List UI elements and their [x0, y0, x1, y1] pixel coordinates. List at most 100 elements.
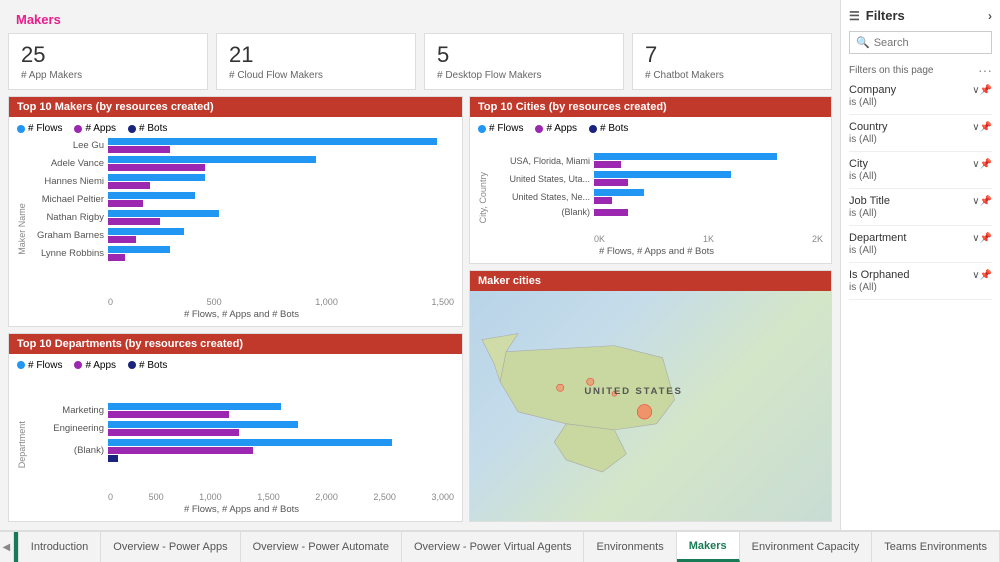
- filters-title: ☰ Filters ›: [849, 8, 992, 23]
- bar-lynne-robbins: Lynne Robbins: [29, 246, 454, 261]
- svg-text:UNITED STATES: UNITED STATES: [584, 386, 682, 397]
- tab-overview-automate[interactable]: Overview - Power Automate: [241, 532, 402, 562]
- filter-company: Company ∨ 📌 is (All): [849, 84, 992, 115]
- department-pin-icon: 📌: [980, 233, 992, 244]
- legend-flows: # Flows: [17, 123, 62, 134]
- dept-flows-dot: [17, 361, 25, 369]
- makers-bars: Lee Gu Adele Vance: [29, 138, 454, 295]
- stat-number-app: 25: [21, 42, 195, 68]
- bots-dot: [128, 125, 136, 133]
- tab-introduction[interactable]: Introduction: [19, 532, 101, 562]
- tab-nav-prev[interactable]: ◀: [0, 532, 14, 562]
- page-title: Makers: [8, 8, 832, 27]
- cities-x-ticks: 0K 1K 2K: [490, 234, 823, 244]
- cities-legend-apps: # Apps: [535, 123, 577, 134]
- bar-city-blank: (Blank): [490, 207, 823, 217]
- city-chevron[interactable]: ∨: [972, 159, 979, 170]
- departments-chart: Top 10 Departments (by resources created…: [8, 333, 463, 522]
- bar-graham-barnes: Graham Barnes: [29, 228, 454, 243]
- map-svg: UNITED STATES: [470, 291, 831, 521]
- filters-dots[interactable]: ···: [978, 62, 992, 78]
- dept-apps-dot: [74, 361, 82, 369]
- cities-y-axis: City, Country: [478, 138, 488, 257]
- makers-x-label: # Flows, # Apps and # Bots: [29, 309, 454, 320]
- filter-city-value: is (All): [849, 171, 992, 182]
- filter-city: City ∨ 📌 is (All): [849, 158, 992, 189]
- cities-legend-flows: # Flows: [478, 123, 523, 134]
- makers-chart-title: Top 10 Makers (by resources created): [9, 97, 462, 117]
- filter-department-value: is (All): [849, 245, 992, 256]
- maker-cities-panel: Maker cities: [469, 270, 832, 522]
- tab-environments[interactable]: Environments: [584, 532, 676, 562]
- departments-legend: # Flows # Apps # Bots: [17, 360, 454, 371]
- company-pin-icon: 📌: [980, 85, 992, 96]
- dept-legend-flows: # Flows: [17, 360, 62, 371]
- cities-chart: Top 10 Cities (by resources created) # F…: [469, 96, 832, 264]
- cities-apps-dot: [535, 125, 543, 133]
- filter-search-input[interactable]: [874, 37, 985, 49]
- company-chevron[interactable]: ∨: [972, 85, 979, 96]
- filter-country: Country ∨ 📌 is (All): [849, 121, 992, 152]
- filter-orphaned-value: is (All): [849, 282, 992, 293]
- stat-number-cloud: 21: [229, 42, 403, 68]
- dept-x-ticks: 0 500 1,000 1,500 2,000 2,500 3,000: [29, 492, 454, 502]
- jobtitle-pin-icon: 📌: [980, 196, 992, 207]
- tab-overview-apps[interactable]: Overview - Power Apps: [101, 532, 240, 562]
- cities-flows-dot: [478, 125, 486, 133]
- cities-bots-dot: [589, 125, 597, 133]
- maker-cities-title: Maker cities: [470, 271, 831, 291]
- tab-overview-virtual-agents[interactable]: Overview - Power Virtual Agents: [402, 532, 585, 562]
- stat-label-desktop: # Desktop Flow Makers: [437, 70, 611, 81]
- orphaned-chevron[interactable]: ∨: [972, 270, 979, 281]
- dept-bots-dot: [128, 361, 136, 369]
- filter-search-icon: 🔍: [856, 36, 870, 49]
- stat-label-cloud: # Cloud Flow Makers: [229, 70, 403, 81]
- stat-cloud-makers: 21 # Cloud Flow Makers: [216, 33, 416, 90]
- filter-jobtitle-value: is (All): [849, 208, 992, 219]
- stat-app-makers: 25 # App Makers: [8, 33, 208, 90]
- cities-chart-title: Top 10 Cities (by resources created): [470, 97, 831, 117]
- dept-legend-apps: # Apps: [74, 360, 116, 371]
- dept-legend-bots: # Bots: [128, 360, 167, 371]
- filter-jobtitle: Job Title ∨ 📌 is (All): [849, 195, 992, 226]
- filter-company-value: is (All): [849, 97, 992, 108]
- dept-x-label: # Flows, # Apps and # Bots: [29, 504, 454, 515]
- tab-makers[interactable]: Makers: [677, 532, 740, 562]
- map-container: UNITED STATES Microsoft Bing © 2023 TomT…: [470, 291, 831, 521]
- filters-collapse-btn[interactable]: ›: [988, 9, 992, 23]
- makers-y-axis: Maker Name: [17, 138, 27, 320]
- map: UNITED STATES: [470, 291, 831, 521]
- stat-chatbot-makers: 7 # Chatbot Makers: [632, 33, 832, 90]
- jobtitle-chevron[interactable]: ∨: [972, 196, 979, 207]
- legend-apps: # Apps: [74, 123, 116, 134]
- filters-section-label: Filters on this page ···: [849, 62, 992, 78]
- bar-miami: USA, Florida, Miami: [490, 153, 823, 168]
- filter-department: Department ∨ 📌 is (All): [849, 232, 992, 263]
- stat-label-chatbot: # Chatbot Makers: [645, 70, 819, 81]
- filters-panel: ☰ Filters › 🔍 Filters on this page ··· C…: [840, 0, 1000, 530]
- bar-utah: United States, Uta...: [490, 171, 823, 186]
- stat-number-desktop: 5: [437, 42, 611, 68]
- city-pin-icon: 📌: [980, 159, 992, 170]
- dept-y-axis: Department: [17, 375, 27, 515]
- flows-dot: [17, 125, 25, 133]
- tab-environment-capacity[interactable]: Environment Capacity: [740, 532, 873, 562]
- dept-bars: Marketing Engineering: [29, 375, 454, 490]
- filter-country-value: is (All): [849, 134, 992, 145]
- bar-michael-peltier: Michael Peltier: [29, 192, 454, 207]
- country-chevron[interactable]: ∨: [972, 122, 979, 133]
- bar-marketing: Marketing: [29, 403, 454, 418]
- filter-orphaned: Is Orphaned ∨ 📌 is (All): [849, 269, 992, 300]
- department-chevron[interactable]: ∨: [972, 233, 979, 244]
- stat-desktop-makers: 5 # Desktop Flow Makers: [424, 33, 624, 90]
- orphaned-pin-icon: 📌: [980, 270, 992, 281]
- apps-dot: [74, 125, 82, 133]
- filter-search-box: 🔍: [849, 31, 992, 54]
- makers-chart: Top 10 Makers (by resources created) # F…: [8, 96, 463, 327]
- bottom-tabs: ◀ Introduction Overview - Power Apps Ove…: [0, 530, 1000, 562]
- tab-teams-environments[interactable]: Teams Environments: [872, 532, 1000, 562]
- bar-nathan-rigby: Nathan Rigby: [29, 210, 454, 225]
- cities-legend-bots: # Bots: [589, 123, 628, 134]
- legend-bots: # Bots: [128, 123, 167, 134]
- cities-x-label: # Flows, # Apps and # Bots: [490, 246, 823, 257]
